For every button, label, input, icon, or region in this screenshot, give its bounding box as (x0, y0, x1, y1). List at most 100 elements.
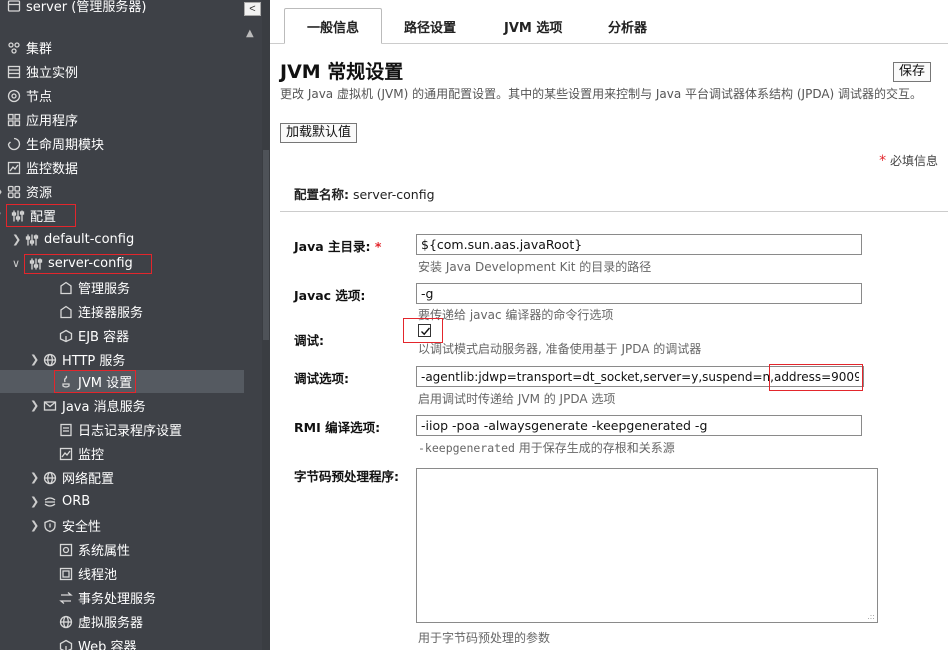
orb-icon (42, 494, 58, 510)
sidebar-item[interactable]: ❯资源 (0, 180, 52, 203)
globe-icon (58, 614, 74, 630)
chevron-right-icon[interactable]: ❯ (12, 233, 24, 246)
service-icon (58, 280, 74, 296)
sidebar-item[interactable]: 节点 (6, 84, 52, 107)
java-home-hint: 安装 Java Development Kit 的目录的路径 (418, 260, 652, 274)
debug-hint: 以调试模式启动服务器, 准备使用基于 JPDA 的调试器 (418, 342, 702, 356)
monitor-icon (6, 160, 22, 176)
sidebar-item-label: 应用程序 (26, 114, 79, 129)
lifecycle-icon (6, 136, 22, 152)
sidebar-item[interactable]: ❯ 安全性 (30, 514, 101, 537)
sidebar-item-label: JVM 设置 (78, 376, 133, 391)
java-home-input[interactable] (416, 234, 862, 255)
sidebar-item[interactable]: 管理服务 (58, 276, 130, 299)
sidebar-item[interactable]: 集群 (6, 36, 52, 59)
resources-icon (6, 184, 22, 200)
sidebar-item[interactable]: ❯ 网络配置 (30, 466, 114, 489)
sidebar-item-label: Java 消息服务 (62, 400, 146, 415)
threadpool-icon (58, 566, 74, 582)
sidebar-item-label: default-config (44, 232, 135, 247)
sidebar-item-label: 系统属性 (78, 544, 131, 559)
sidebar-item[interactable]: 生命周期模块 (6, 132, 104, 155)
config-icon (24, 232, 40, 248)
monitor-icon (58, 446, 74, 462)
page-description: 更改 Java 虚拟机 (JVM) 的通用配置设置。其中的某些设置用来控制与 J… (280, 87, 923, 101)
collapse-sidebar-button[interactable]: < (244, 2, 261, 16)
debug-checkbox[interactable] (418, 324, 431, 337)
sidebar-item[interactable]: ❯ HTTP 服务 (30, 348, 125, 371)
required-note-text: 必填信息 (889, 154, 938, 168)
tab-profiler[interactable]: 分析器 (586, 8, 669, 44)
sidebar-item-label: 生命周期模块 (26, 138, 105, 153)
node-icon (6, 88, 22, 104)
sidebar-item[interactable]: 连接器服务 (58, 300, 143, 323)
load-defaults-button[interactable]: 加载默认值 (280, 123, 358, 143)
config-name-value: server-config (352, 187, 435, 202)
save-button[interactable]: 保存 (893, 62, 932, 82)
address-highlight-box (769, 364, 863, 391)
java-icon (58, 374, 74, 390)
tab-path-settings[interactable]: 路径设置 (382, 8, 478, 44)
required-note: * 必填信息 (879, 152, 938, 169)
chevron-right-icon[interactable]: ❯ (30, 471, 42, 484)
tab-bar: 一般信息 路径设置 JVM 选项 分析器 (270, 0, 948, 44)
javac-options-input[interactable] (416, 283, 862, 304)
sidebar-item-label: 安全性 (62, 520, 102, 535)
sidebar-item[interactable]: ❯ ORB (30, 490, 90, 513)
sidebar-item[interactable]: 系统属性 (58, 538, 130, 561)
rmi-options-label: RMI 编译选项: (294, 420, 381, 435)
scroll-up-icon[interactable]: ▲ (246, 28, 254, 39)
tab-jvm-options[interactable]: JVM 选项 (482, 8, 584, 44)
bytecode-preprocessor-label: 字节码预处理程序: (294, 469, 399, 484)
sidebar-item-label: 网络配置 (62, 472, 115, 487)
page-title: JVM 常规设置 (280, 61, 404, 83)
sidebar-item[interactable]: 日志记录程序设置 (58, 418, 182, 441)
sidebar-item[interactable]: 事务处理服务 (58, 586, 156, 609)
sidebar-item-label: 日志记录程序设置 (78, 424, 183, 439)
sidebar-item[interactable]: ∨ server-config (12, 252, 152, 275)
sidebar-item[interactable]: 线程池 (58, 562, 117, 585)
sidebar-item[interactable]: server (管理服务器) (6, 0, 146, 17)
service-icon (58, 304, 74, 320)
sidebar-item[interactable]: ❯ Java 消息服务 (30, 394, 146, 417)
sidebar-item[interactable]: JVM 设置 (0, 370, 244, 393)
container-icon (58, 328, 74, 344)
sidebar-item-label: 虚拟服务器 (78, 616, 144, 631)
resize-grip-icon[interactable]: .:: (867, 612, 875, 621)
chevron-right-icon[interactable]: ❯ (30, 495, 42, 508)
sidebar-item-label: 管理服务 (78, 282, 131, 297)
sidebar-item[interactable]: 应用程序 (6, 108, 78, 131)
chevron-right-icon[interactable]: ❯ (30, 399, 42, 412)
cluster-icon (6, 40, 22, 56)
tab-general[interactable]: 一般信息 (284, 8, 383, 44)
required-star: * (374, 239, 382, 254)
sidebar-tree: server (管理服务器)集群独立实例节点应用程序生命周期模块监控数据❯资源∨… (0, 0, 262, 650)
bytecode-preprocessor-textarea[interactable]: .:: (416, 468, 878, 623)
container-icon (58, 638, 74, 650)
javac-options-hint: 要传递给 javac 编译器的命令行选项 (418, 308, 614, 322)
debug-options-hint: 启用调试时传递给 JVM 的 JPDA 选项 (418, 392, 616, 406)
rmi-options-input[interactable] (416, 415, 862, 436)
sidebar-scrollbar[interactable] (262, 0, 270, 650)
sidebar-item[interactable]: ∨配置 (0, 204, 76, 227)
sidebar-item[interactable]: ❯ default-config (12, 228, 134, 251)
sidebar-item-label: 连接器服务 (78, 306, 144, 321)
javac-options-label: Javac 选项: (294, 288, 366, 303)
chevron-right-icon[interactable]: ❯ (30, 353, 42, 366)
instance-icon (6, 64, 22, 80)
message-icon (42, 398, 58, 414)
bytecode-preprocessor-hint: 用于字节码预处理的参数 (418, 631, 551, 645)
sidebar-item[interactable]: Web 容器 (58, 634, 136, 650)
sidebar-item[interactable]: 独立实例 (6, 60, 78, 83)
sidebar-item[interactable]: 虚拟服务器 (58, 610, 143, 633)
sidebar-item[interactable]: EJB 容器 (58, 324, 129, 347)
globe-icon (42, 352, 58, 368)
chevron-right-icon[interactable]: ❯ (30, 519, 42, 532)
sidebar-item[interactable]: 监控数据 (6, 156, 78, 179)
chevron-down-icon[interactable]: ∨ (12, 257, 24, 270)
server-icon (6, 0, 22, 14)
apps-icon (6, 112, 22, 128)
sidebar-item-label: 配置 (30, 210, 57, 225)
sidebar-item-label: EJB 容器 (78, 330, 130, 345)
sidebar-item[interactable]: 监控 (58, 442, 104, 465)
